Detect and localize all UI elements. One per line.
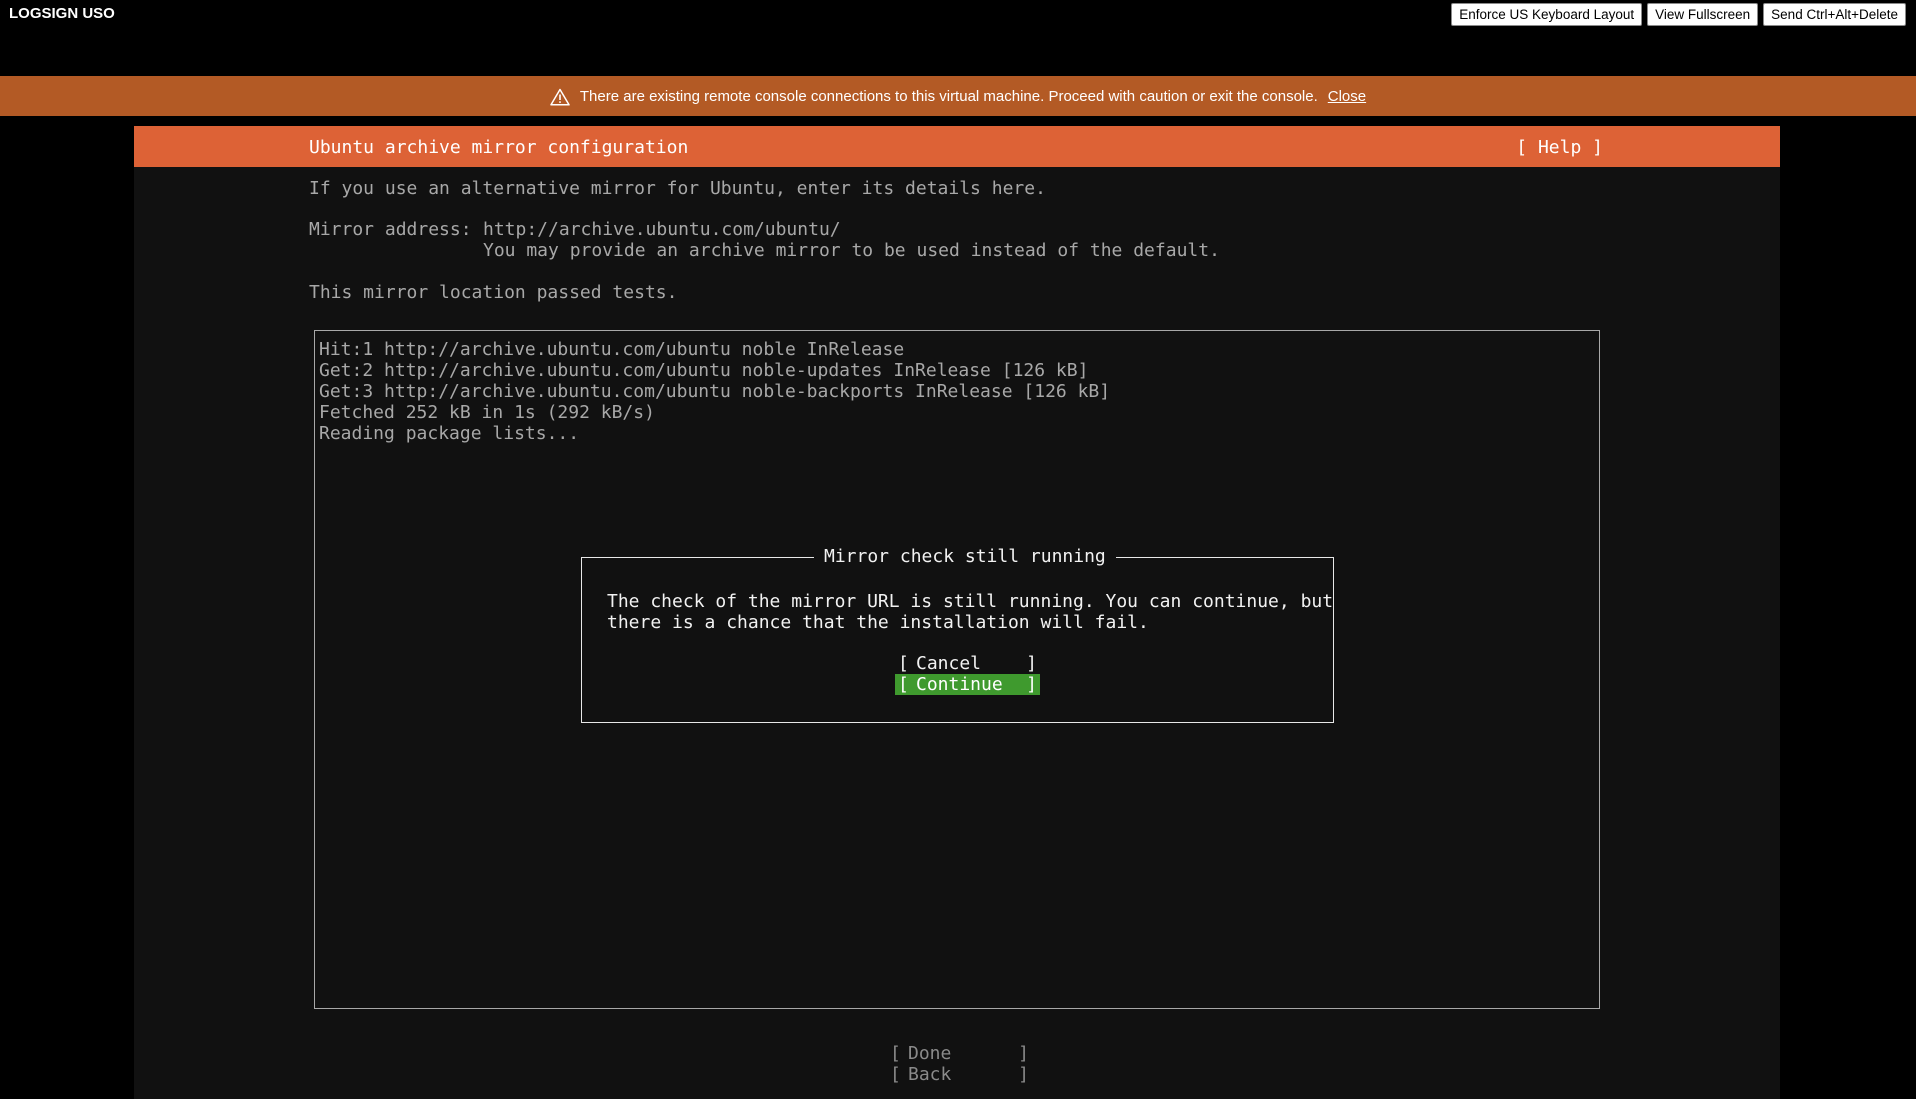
back-button[interactable]: [Back] (887, 1064, 1032, 1085)
console-toolbar: Enforce US Keyboard Layout View Fullscre… (1451, 3, 1906, 26)
log-line: Reading package lists... (319, 423, 580, 444)
continue-button-label: Continue (916, 674, 1003, 695)
log-line: Get:2 http://archive.ubuntu.com/ubuntu n… (319, 360, 1089, 381)
log-line: Fetched 252 kB in 1s (292 kB/s) (319, 402, 655, 423)
view-fullscreen-button[interactable]: View Fullscreen (1647, 3, 1759, 26)
mirror-address-input[interactable]: http://archive.ubuntu.com/ubuntu/ (483, 219, 841, 240)
cancel-button[interactable]: [Cancel] (895, 653, 1040, 674)
screen-title: Ubuntu archive mirror configuration (309, 137, 689, 158)
help-button[interactable]: [ Help ] (1516, 137, 1603, 158)
banner-message: There are existing remote console connec… (579, 87, 1318, 105)
vm-console-screen[interactable]: Ubuntu archive mirror configuration [ He… (134, 126, 1780, 1099)
log-line: Get:3 http://archive.ubuntu.com/ubuntu n… (319, 381, 1111, 402)
done-button[interactable]: [Done] (887, 1043, 1032, 1064)
dialog-message-line: there is a chance that the installation … (607, 612, 1149, 633)
console-title: LOGSIGN USO (9, 5, 115, 22)
log-line: Hit:1 http://archive.ubuntu.com/ubuntu n… (319, 339, 905, 360)
mirror-status-text: This mirror location passed tests. (309, 282, 678, 303)
dialog-title: Mirror check still running (814, 546, 1116, 567)
mirror-address-label: Mirror address: (309, 219, 472, 240)
send-ctrl-alt-delete-button[interactable]: Send Ctrl+Alt+Delete (1763, 3, 1906, 26)
banner-close-link[interactable]: Close (1328, 88, 1366, 105)
mirror-check-dialog: Mirror check still running The check of … (581, 546, 1334, 723)
enforce-us-keyboard-button[interactable]: Enforce US Keyboard Layout (1451, 3, 1643, 26)
warning-triangle-icon (550, 88, 570, 106)
remote-connections-warning-banner: There are existing remote console connec… (0, 76, 1916, 116)
cancel-button-label: Cancel (916, 653, 982, 674)
done-button-label: Done (908, 1043, 952, 1064)
back-button-label: Back (908, 1064, 952, 1085)
intro-text: If you use an alternative mirror for Ubu… (309, 178, 1046, 199)
mirror-address-hint: You may provide an archive mirror to be … (483, 240, 1220, 261)
continue-button[interactable]: [Continue] (895, 674, 1040, 695)
dialog-message-line: The check of the mirror URL is still run… (607, 591, 1334, 612)
installer-header: Ubuntu archive mirror configuration [ He… (134, 126, 1780, 167)
